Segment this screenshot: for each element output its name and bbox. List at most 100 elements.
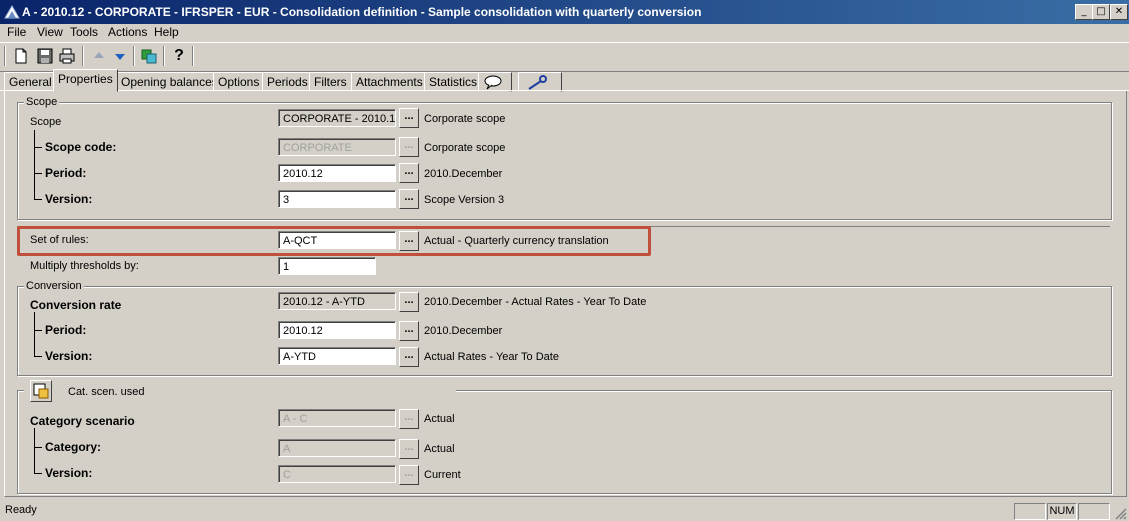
scope-label: Scope — [30, 116, 62, 128]
print-icon[interactable] — [58, 47, 76, 65]
app-icon — [4, 5, 20, 19]
title-bar: A - 2010.12 - CORPORATE - IFRSPER - EUR … — [0, 0, 1129, 24]
catscen-toggle-button[interactable] — [30, 380, 52, 402]
num-lock-indicator: NUM — [1047, 503, 1077, 520]
conversion-version-field[interactable]: A-YTD — [278, 347, 396, 365]
catscen-version-description: Current — [424, 469, 461, 481]
status-panel — [1014, 503, 1046, 520]
tab-filters[interactable]: Filters — [309, 72, 352, 92]
category-scenario-label: Category scenario — [30, 414, 135, 428]
scope-code-label: Scope code: — [45, 140, 117, 154]
key-icon — [528, 75, 547, 90]
window-title: A - 2010.12 - CORPORATE - IFRSPER - EUR … — [22, 5, 702, 19]
refresh-icon[interactable] — [140, 47, 158, 65]
tab-general[interactable]: General — [4, 72, 57, 92]
conversion-period-label: Period: — [45, 323, 87, 337]
category-description: Actual — [424, 443, 455, 455]
category-field: A — [278, 439, 396, 457]
new-icon[interactable] — [12, 47, 30, 65]
close-button[interactable]: ✕ — [1110, 4, 1128, 20]
tab-comments[interactable] — [478, 72, 512, 92]
scope-version-label: Version: — [45, 192, 93, 206]
catscen-version-field: C — [278, 465, 396, 483]
conversion-period-browse-button[interactable]: ... — [399, 321, 419, 341]
category-label: Category: — [45, 440, 102, 454]
scope-tree-branch — [34, 173, 42, 174]
menu-help[interactable]: Help — [154, 25, 179, 39]
scope-field[interactable]: CORPORATE - 2010.12 — [278, 109, 396, 127]
conversion-legend: Conversion — [24, 280, 84, 292]
conversion-rate-browse-button[interactable]: ... — [399, 292, 419, 312]
scope-version-field[interactable]: 3 — [278, 190, 396, 208]
conversion-period-field[interactable]: 2010.12 — [278, 321, 396, 339]
toolbar-separator — [82, 46, 84, 66]
toolbar: ? — [0, 42, 1129, 72]
scope-legend: Scope — [24, 96, 60, 108]
comment-icon — [484, 75, 502, 90]
scope-description: Corporate scope — [424, 113, 506, 125]
catscen-tree-branch — [34, 473, 42, 474]
scope-tree-branch — [34, 147, 42, 148]
conversion-rate-label: Conversion rate — [30, 298, 122, 312]
conversion-tree-line — [34, 312, 35, 357]
scope-tree-line — [34, 130, 35, 200]
menu-file[interactable]: File — [7, 25, 26, 39]
tab-opening-balances[interactable]: Opening balances — [116, 72, 223, 92]
catscen-version-label: Version: — [45, 466, 93, 480]
tab-attachments[interactable]: Attachments — [351, 72, 428, 92]
save-icon[interactable] — [36, 47, 54, 65]
scope-period-field[interactable]: 2010.12 — [278, 164, 396, 182]
scope-code-browse-button: ... — [399, 137, 419, 157]
category-scenario-field: A - C — [278, 409, 396, 427]
category-scenario-description: Actual — [424, 413, 455, 425]
rules-highlight — [17, 226, 651, 256]
conversion-version-label: Version: — [45, 349, 93, 363]
scope-version-description: Scope Version 3 — [424, 194, 505, 206]
conversion-rate-description: 2010.December - Actual Rates - Year To D… — [424, 296, 647, 308]
status-bar: Ready NUM — [0, 501, 1129, 521]
toolbar-separator — [133, 46, 135, 66]
scope-period-label: Period: — [45, 166, 87, 180]
category-scenario-icon — [33, 383, 49, 399]
tab-links[interactable] — [518, 72, 562, 92]
conversion-period-description: 2010.December — [424, 325, 503, 337]
scope-code-description: Corporate scope — [424, 142, 506, 154]
catscen-legend: Cat. scen. used — [68, 386, 145, 398]
conversion-version-browse-button[interactable]: ... — [399, 347, 419, 367]
scope-period-description: 2010.December — [424, 168, 503, 180]
tab-periods[interactable]: Periods — [262, 72, 313, 92]
tab-options[interactable]: Options — [213, 72, 265, 92]
scope-version-browse-button[interactable]: ... — [399, 189, 419, 209]
catscen-tree-line — [34, 428, 35, 473]
status-panel — [1078, 503, 1110, 520]
tab-properties[interactable]: Properties — [53, 69, 118, 92]
menu-view[interactable]: View — [37, 25, 63, 39]
catscen-version-browse-button: ... — [399, 465, 419, 485]
conversion-rate-field[interactable]: 2010.12 - A-YTD — [278, 292, 396, 310]
scope-browse-button[interactable]: ... — [399, 108, 419, 128]
status-text: Ready — [5, 504, 37, 516]
resize-grip-icon[interactable] — [1113, 506, 1127, 520]
scope-code-field: CORPORATE — [278, 138, 396, 156]
toolbar-separator — [163, 46, 165, 66]
maximize-button[interactable]: □ — [1092, 4, 1110, 20]
menu-tools[interactable]: Tools — [70, 25, 98, 39]
minimize-button[interactable]: _ — [1075, 4, 1093, 20]
category-browse-button: ... — [399, 439, 419, 459]
menu-actions[interactable]: Actions — [108, 25, 147, 39]
menu-bar: File View Tools Actions Help — [0, 24, 1129, 42]
down-arrow-icon[interactable] — [111, 47, 129, 65]
scope-group — [17, 102, 1112, 220]
toolbar-grip — [4, 46, 6, 66]
help-icon[interactable]: ? — [170, 47, 188, 65]
multiply-thresholds-field[interactable]: 1 — [278, 257, 376, 275]
catscen-tree-branch — [34, 447, 42, 448]
toolbar-separator — [192, 46, 194, 66]
catscen-group — [17, 390, 1112, 494]
multiply-thresholds-label: Multiply thresholds by: — [30, 260, 139, 272]
up-arrow-icon[interactable] — [90, 47, 108, 65]
scope-tree-branch — [34, 199, 42, 200]
conversion-version-description: Actual Rates - Year To Date — [424, 351, 559, 363]
tab-statistics[interactable]: Statistics — [424, 72, 483, 92]
scope-period-browse-button[interactable]: ... — [399, 163, 419, 183]
